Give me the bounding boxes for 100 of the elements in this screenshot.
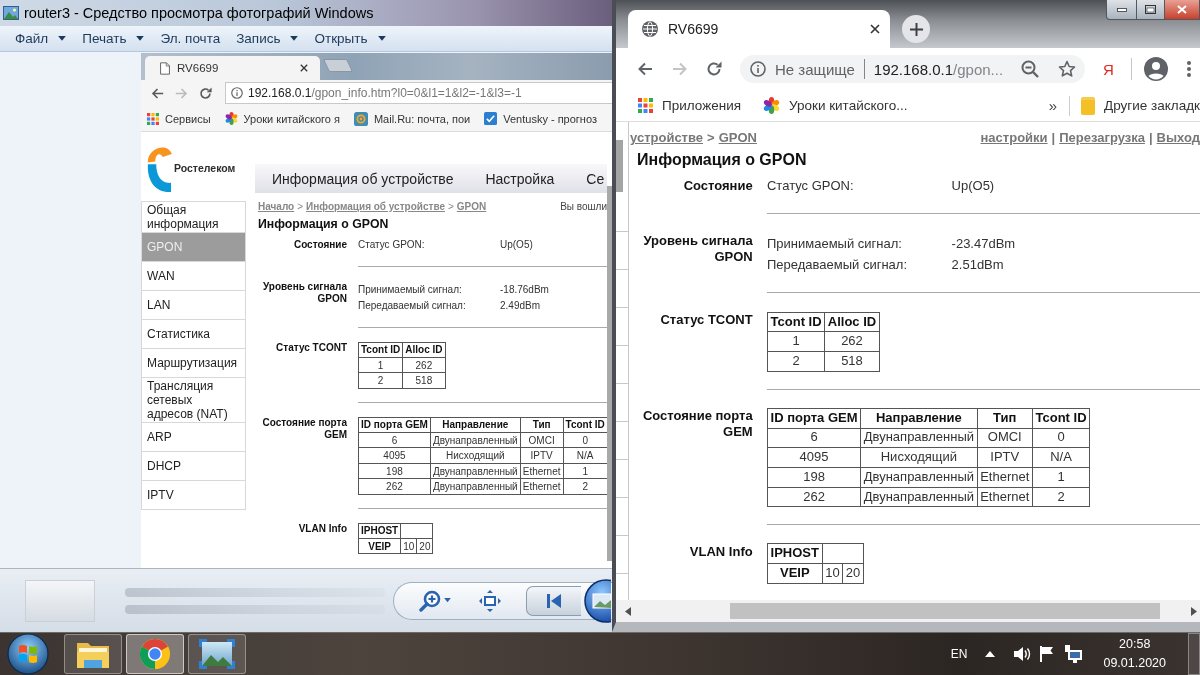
table-cell: Двунаправленный xyxy=(430,478,521,495)
sidebar-item[interactable]: WAN xyxy=(141,262,246,291)
scrollbar-thumb[interactable] xyxy=(730,603,1160,619)
language-indicator[interactable]: EN xyxy=(950,647,968,661)
sidebar-item[interactable]: DHCP xyxy=(141,452,246,481)
clock-time[interactable]: 20:58 xyxy=(1119,635,1151,654)
reload-icon[interactable] xyxy=(706,61,722,77)
menu-item[interactable]: Открыть xyxy=(306,27,394,50)
bookmark-item[interactable]: Ventusky - прогноз xyxy=(484,112,597,125)
sidebar-item[interactable]: ARP xyxy=(141,423,246,452)
minimize-button[interactable] xyxy=(1106,0,1137,20)
table-cell: 518 xyxy=(824,351,880,372)
zoom-button[interactable] xyxy=(419,589,451,612)
star-icon[interactable] xyxy=(1058,60,1076,78)
close-icon[interactable] xyxy=(870,24,880,34)
empty-cell xyxy=(400,523,433,539)
caret-icon xyxy=(290,36,299,41)
back-icon[interactable] xyxy=(151,86,164,100)
bookmark-item[interactable]: Уроки китайского... xyxy=(763,97,908,114)
menu-item[interactable]: Запись xyxy=(228,27,307,50)
sidebar-item[interactable]: IPTV xyxy=(141,481,246,510)
network-icon[interactable] xyxy=(1065,645,1084,663)
header-link[interactable]: настройки xyxy=(980,130,1048,145)
picture-icon xyxy=(3,6,19,20)
table-cell: 262 xyxy=(358,478,431,495)
field-value: 2.49dBm xyxy=(500,298,541,313)
zoom-out-icon[interactable] xyxy=(1021,60,1039,78)
column-header: ID порта GEM xyxy=(358,417,431,433)
table-cell: 198 xyxy=(358,463,431,479)
sidebar-item[interactable]: Статистика xyxy=(141,320,246,349)
browser-tab[interactable]: RV6699 xyxy=(628,10,890,48)
horizontal-scrollbar[interactable] xyxy=(616,600,1200,622)
maximize-button[interactable] xyxy=(1137,0,1165,20)
security-chip[interactable]: Не защище xyxy=(750,60,855,78)
sidebar-item[interactable]: Маршрутизация xyxy=(141,349,246,378)
scroll-right-icon[interactable] xyxy=(1191,606,1197,616)
sidebar-item[interactable]: LAN xyxy=(141,291,246,320)
breadcrumb-link[interactable]: Информация об устройстве xyxy=(306,201,445,212)
chevron-up-icon[interactable] xyxy=(985,651,996,657)
flag-icon[interactable] xyxy=(1040,646,1055,662)
back-icon[interactable] xyxy=(637,61,653,77)
taskbar-button[interactable] xyxy=(188,634,246,674)
table-cell: 10 xyxy=(822,563,843,584)
zoom-in-icon xyxy=(419,589,441,612)
table-cell: 4095 xyxy=(767,447,861,468)
table-cell: Двунаправленный xyxy=(430,463,521,479)
browser-tab[interactable]: RV6699 xyxy=(145,56,320,80)
start-button[interactable] xyxy=(6,633,50,675)
new-tab-button[interactable] xyxy=(902,15,930,43)
show-desktop-button[interactable] xyxy=(1188,633,1200,675)
bookmark-item[interactable]: Сервисы xyxy=(147,112,211,125)
taskbar-button[interactable] xyxy=(64,634,122,674)
address-field[interactable]: 192.168.0.1/gpon_info.htm?l0=0&l1=1&l2=-1&l3=-1 xyxy=(225,82,612,104)
table-cell: 198 xyxy=(767,467,861,488)
apps-grid-icon[interactable] xyxy=(638,98,653,113)
extension-button[interactable]: Я xyxy=(1103,60,1114,78)
previous-button[interactable] xyxy=(526,585,581,616)
table-cell: 20 xyxy=(416,538,433,554)
field-label: Принимаемый сигнал: xyxy=(358,282,462,297)
nav-tab[interactable]: Информация об устройстве xyxy=(272,170,454,187)
section-label: Статус TCONT xyxy=(276,341,347,355)
menu-item[interactable]: Эл. почта xyxy=(152,27,229,50)
table-cell: 262 xyxy=(402,357,445,373)
bookmark-item[interactable]: Mail.Ru: почта, пои xyxy=(353,111,471,126)
bookmark-item[interactable]: Уроки китайского я xyxy=(224,112,340,125)
close-button[interactable] xyxy=(1165,0,1200,20)
clock-date[interactable]: 09.01.2020 xyxy=(1103,654,1166,673)
bookmark-item[interactable]: Приложения xyxy=(638,98,741,113)
close-icon[interactable] xyxy=(300,64,308,72)
more-bookmarks-button[interactable]: » xyxy=(1048,97,1058,114)
table-cell: Ethernet xyxy=(520,478,564,495)
header-link[interactable]: Выход xyxy=(1156,130,1200,145)
menu-item[interactable]: Файл xyxy=(7,27,75,50)
sidebar-item[interactable]: Трансляция сетевых адресов (NAT) xyxy=(141,378,246,423)
url-text: 192.168.0.1/gpon... xyxy=(873,60,1004,78)
breadcrumb-link[interactable]: GPON xyxy=(456,201,487,212)
field-label: Статус GPON: xyxy=(767,176,854,195)
table-cell: IPTV xyxy=(520,447,564,464)
speaker-icon[interactable] xyxy=(1013,646,1032,662)
scrollbar-thumb[interactable] xyxy=(607,186,612,561)
thumbnail-placeholder xyxy=(25,579,95,622)
column-header: Alloc ID xyxy=(402,342,445,358)
breadcrumb-link[interactable]: устройстве xyxy=(630,130,704,145)
apps-grid-icon[interactable] xyxy=(147,112,159,125)
menu-item[interactable]: Печать xyxy=(74,27,153,50)
menu-icon[interactable] xyxy=(1186,61,1191,77)
column-header: Тип xyxy=(520,417,564,433)
address-field[interactable]: Не защище 192.168.0.1/gpon... xyxy=(740,55,1085,83)
reload-icon[interactable] xyxy=(199,86,212,100)
breadcrumb-link[interactable]: Начало xyxy=(258,201,295,212)
bookmark-folder[interactable]: Другие закладк xyxy=(1081,96,1200,115)
caret-icon xyxy=(136,36,145,41)
nav-tab[interactable]: Настройка xyxy=(485,170,555,187)
breadcrumb-link[interactable]: GPON xyxy=(718,130,757,145)
header-link[interactable]: Перезагрузка xyxy=(1059,130,1145,145)
fit-window-icon[interactable] xyxy=(479,589,501,612)
nav-tab[interactable]: Се xyxy=(586,170,605,187)
profile-icon[interactable] xyxy=(1143,57,1168,81)
at-sign-tile-icon xyxy=(353,111,368,126)
scroll-left-icon[interactable] xyxy=(625,606,631,616)
